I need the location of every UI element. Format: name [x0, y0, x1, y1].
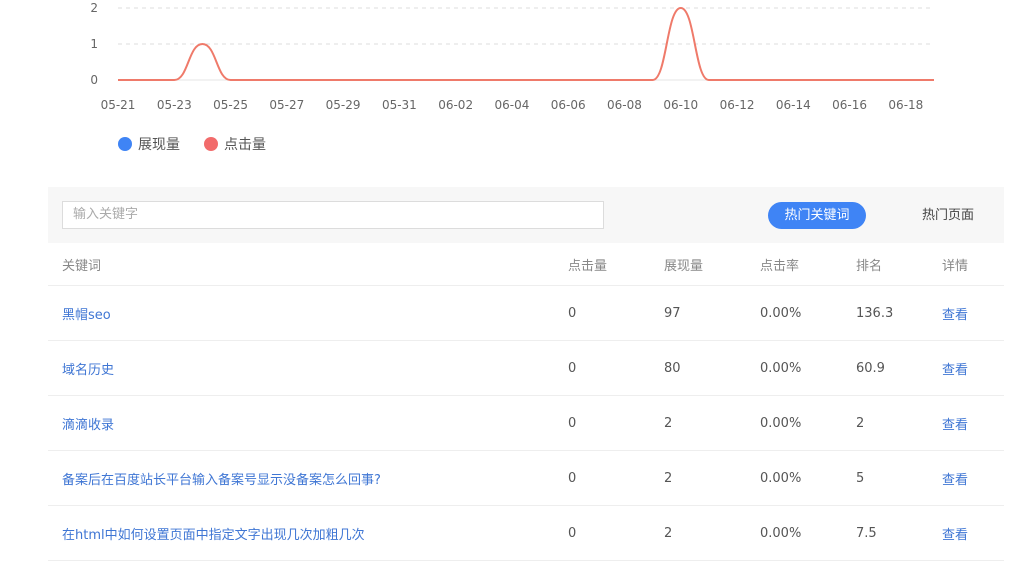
impressions-cell: 2	[664, 395, 760, 451]
clicks-cell: 0	[568, 285, 664, 341]
col-impressions-header: 展现量	[664, 243, 760, 286]
rank-cell: 2	[856, 395, 942, 451]
y-tick-label: 1	[90, 37, 98, 51]
impressions-cell: 97	[664, 285, 760, 341]
x-tick-label: 05-21	[101, 98, 136, 112]
x-tick-label: 06-08	[607, 98, 642, 112]
x-tick-label: 05-25	[213, 98, 248, 112]
x-tick-label: 05-23	[157, 98, 192, 112]
x-tick-label: 06-14	[776, 98, 811, 112]
x-tick-label: 06-10	[663, 98, 698, 112]
ctr-cell: 0.00%	[760, 395, 856, 451]
keyword-table: 关键词 点击量 展现量 点击率 排名 详情 黑帽seo 0 97 0.00% 1…	[48, 243, 1004, 561]
table-row: 滴滴收录 0 2 0.00% 2 查看	[48, 395, 1004, 451]
x-tick-label: 05-31	[382, 98, 417, 112]
table-row: 黑帽seo 0 97 0.00% 136.3 查看	[48, 285, 1004, 341]
x-tick-label: 05-29	[326, 98, 361, 112]
col-detail-header: 详情	[942, 243, 1004, 286]
view-detail-link[interactable]: 查看	[942, 473, 968, 488]
legend-label: 展现量	[138, 137, 180, 153]
hot-pages-button[interactable]: 热门页面	[908, 202, 988, 229]
impressions-cell: 80	[664, 340, 760, 396]
clicks-cell: 0	[568, 395, 664, 451]
keyword-toolbar: 热门关键词 热门页面	[48, 187, 1004, 243]
col-rank-header: 排名	[856, 243, 942, 286]
legend-dot-clicks	[204, 137, 218, 151]
table-header-row: 关键词 点击量 展现量 点击率 排名 详情	[48, 243, 1004, 286]
col-ctr-header: 点击率	[760, 243, 856, 286]
x-tick-label: 06-04	[494, 98, 529, 112]
keyword-search-input[interactable]	[62, 201, 604, 229]
keyword-link[interactable]: 黑帽seo	[62, 308, 111, 323]
keyword-link[interactable]: 在html中如何设置页面中指定文字出现几次加粗几次	[62, 528, 365, 543]
keyword-link[interactable]: 备案后在百度站长平台输入备案号显示没备案怎么回事?	[62, 473, 381, 488]
view-detail-link[interactable]: 查看	[942, 528, 968, 543]
rank-cell: 60.9	[856, 340, 942, 396]
legend-item-clicks[interactable]: 点击量	[204, 134, 266, 154]
chart-legend: 展现量 点击量	[118, 134, 290, 154]
ctr-cell: 0.00%	[760, 450, 856, 506]
x-tick-label: 06-06	[551, 98, 586, 112]
legend-dot-impressions	[118, 137, 132, 151]
clicks-cell: 0	[568, 340, 664, 396]
x-tick-label: 06-18	[888, 98, 923, 112]
legend-label: 点击量	[224, 137, 266, 153]
x-tick-label: 06-02	[438, 98, 473, 112]
x-tick-label: 06-12	[720, 98, 755, 112]
y-tick-label: 0	[90, 73, 98, 87]
trend-chart: 0 1 2 05-21 05-23 05-25 05-27 05-29 05-31 06-02 06…	[90, 1, 934, 112]
view-detail-link[interactable]: 查看	[942, 363, 968, 378]
col-keyword-header: 关键词	[48, 243, 568, 286]
clicks-cell: 0	[568, 505, 664, 561]
impressions-cell: 2	[664, 450, 760, 506]
hot-keywords-button[interactable]: 热门关键词	[768, 202, 866, 229]
keyword-link[interactable]: 滴滴收录	[62, 418, 114, 433]
view-detail-link[interactable]: 查看	[942, 308, 968, 323]
table-row: 备案后在百度站长平台输入备案号显示没备案怎么回事? 0 2 0.00% 5 查看	[48, 450, 1004, 506]
view-detail-link[interactable]: 查看	[942, 418, 968, 433]
rank-cell: 5	[856, 450, 942, 506]
legend-item-impressions[interactable]: 展现量	[118, 134, 180, 154]
x-tick-label: 06-16	[832, 98, 867, 112]
ctr-cell: 0.00%	[760, 340, 856, 396]
clicks-cell: 0	[568, 450, 664, 506]
table-row: 域名历史 0 80 0.00% 60.9 查看	[48, 340, 1004, 396]
impressions-cell: 2	[664, 505, 760, 561]
rank-cell: 136.3	[856, 285, 942, 341]
col-clicks-header: 点击量	[568, 243, 664, 286]
ctr-cell: 0.00%	[760, 285, 856, 341]
keyword-link[interactable]: 域名历史	[62, 363, 114, 378]
table-row: 在html中如何设置页面中指定文字出现几次加粗几次 0 2 0.00% 7.5 …	[48, 505, 1004, 561]
ctr-cell: 0.00%	[760, 505, 856, 561]
y-tick-label: 2	[90, 1, 98, 15]
rank-cell: 7.5	[856, 505, 942, 561]
x-tick-label: 05-27	[269, 98, 304, 112]
